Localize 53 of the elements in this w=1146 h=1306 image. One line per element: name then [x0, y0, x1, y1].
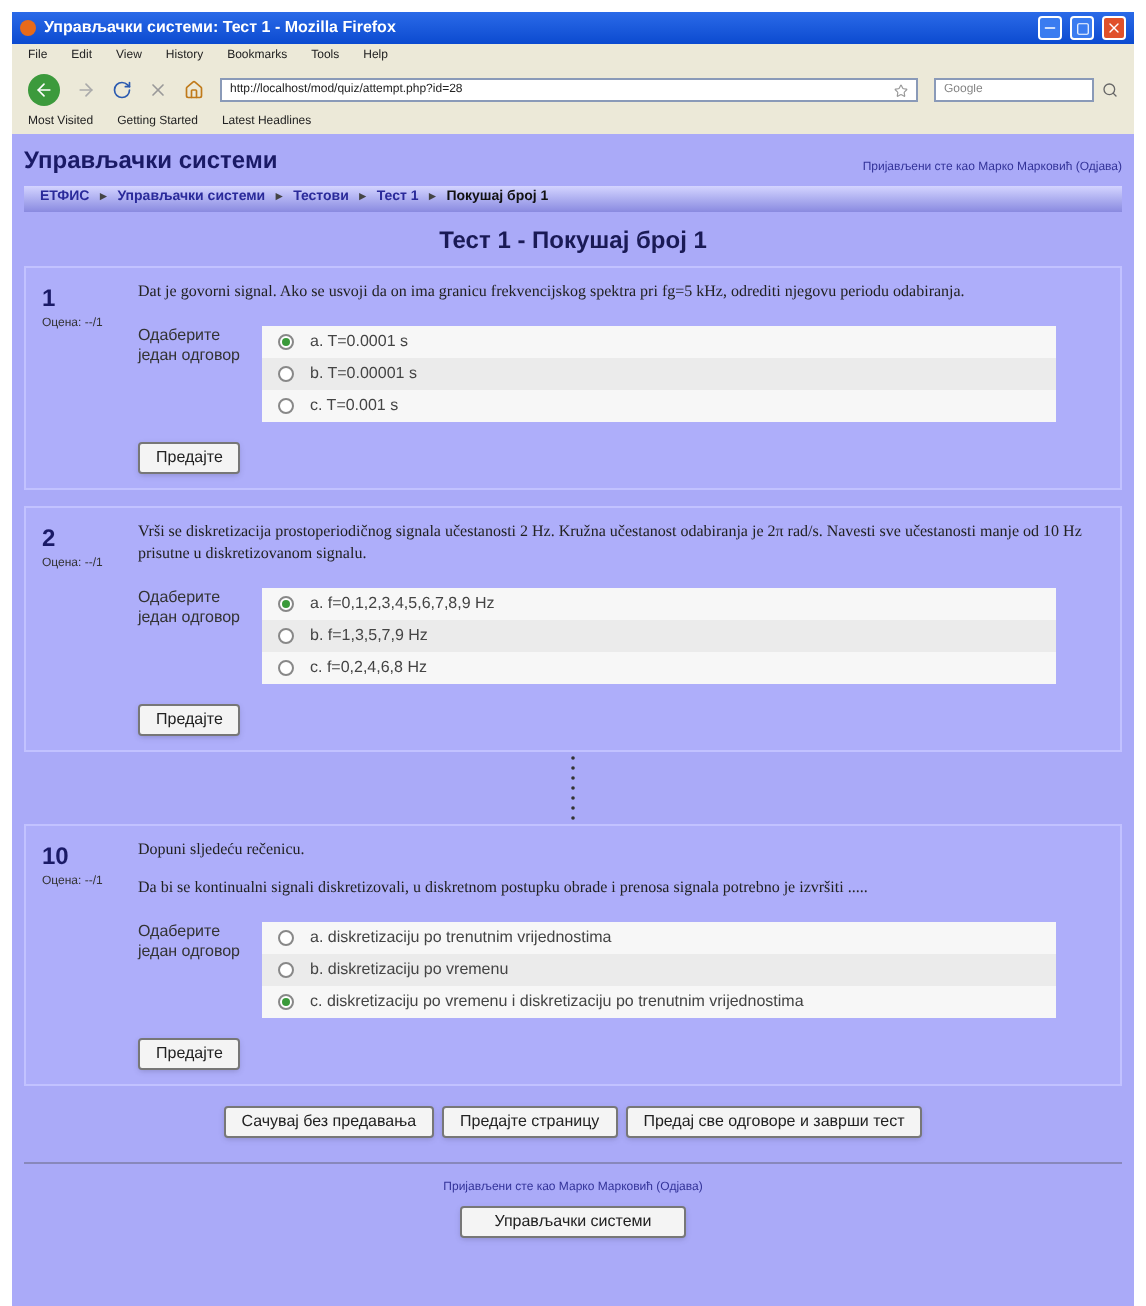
stop-icon[interactable] — [148, 80, 168, 100]
question-text: Da bi se kontinualni signali diskretizovali, u diskretnom postupku obrade i prenosa signala potrebno je izvršiti ..... — [138, 876, 870, 898]
action-button[interactable]: Предајте страницу — [442, 1106, 618, 1138]
close-button[interactable] — [1102, 16, 1126, 40]
question-number: 2 — [42, 522, 58, 556]
option-label[interactable]: b. diskretizaciju po vremenu — [310, 958, 509, 982]
window-title: Управљачки системи: Тест 1 - Mozilla Firefox — [44, 16, 398, 40]
option-label[interactable]: a. diskretizaciju po trenutnim vrijednostima — [310, 926, 612, 950]
star-icon[interactable] — [894, 83, 908, 97]
radio-button[interactable] — [278, 930, 294, 946]
maximize-button[interactable] — [1070, 16, 1094, 40]
radio-button[interactable] — [278, 596, 294, 612]
home-icon[interactable] — [184, 80, 204, 100]
close-icon — [1106, 20, 1122, 36]
action-button[interactable]: Сачувај без предавања — [223, 1106, 435, 1138]
search-icon[interactable] — [1102, 82, 1118, 98]
page-heading: Тест 1 - Покушај број 1 — [437, 224, 709, 258]
option-label[interactable]: a. f=0,1,2,3,4,5,6,7,8,9 Hz — [310, 592, 495, 616]
radio-button[interactable] — [278, 962, 294, 978]
reload-icon[interactable] — [112, 80, 132, 100]
radio-button[interactable] — [278, 628, 294, 644]
app-icon — [20, 20, 36, 36]
radio-button[interactable] — [278, 334, 294, 350]
radio-button[interactable] — [278, 366, 294, 382]
option-label[interactable]: c. f=0,2,4,6,8 Hz — [310, 656, 427, 680]
course-button[interactable]: Управљачки системи — [460, 1206, 686, 1238]
back-arrow-icon — [34, 80, 54, 100]
option-label[interactable]: a. T=0.0001 s — [310, 330, 408, 354]
radio-button[interactable] — [278, 398, 294, 414]
back-button[interactable] — [28, 74, 60, 106]
submit-button[interactable]: Предајте — [138, 704, 241, 736]
question-number: 10 — [42, 840, 71, 874]
action-button[interactable]: Предај све одговоре и заврши тест — [625, 1106, 923, 1138]
minimize-button[interactable] — [1038, 16, 1062, 40]
option-label[interactable]: b. f=1,3,5,7,9 Hz — [310, 624, 428, 648]
radio-button[interactable] — [278, 660, 294, 676]
maximize-icon — [1075, 21, 1089, 35]
option-label[interactable]: c. T=0.001 s — [310, 394, 399, 418]
submit-button[interactable]: Предајте — [138, 442, 241, 474]
answer-prompt: Одаберите један одговор — [138, 922, 242, 964]
question-text: Vrši se diskretizacija prostoperiodičnog signala učestanosti 2 Hz. Kružna učestanost odabiranja je 2π rad/s. Navesti sve učestanosti manje od 10 Hz prisutne u diskretizovanom signalu. — [138, 520, 1084, 564]
submit-button[interactable]: Предајте — [138, 1038, 241, 1070]
question-text: Dat je govorni signal. Ako se usvoji da on ima granicu frekvencijskog spektra pri fg=5 kHz, odrediti njegovu periodu odabiranja. — [138, 280, 967, 302]
option-label[interactable]: c. diskretizaciju po vremenu i diskretizaciju po trenutnim vrijednostima — [310, 990, 804, 1014]
vertical-ellipsis-icon — [570, 754, 576, 822]
radio-button[interactable] — [278, 994, 294, 1010]
answer-prompt: Одаберите један одговор — [138, 588, 242, 630]
forward-icon[interactable] — [76, 80, 96, 100]
question-text: Dopuni sljedeću rečenicu. — [138, 838, 307, 860]
question-number: 1 — [42, 282, 58, 316]
site-title: Управљачки системи — [24, 144, 278, 178]
option-label[interactable]: b. T=0.00001 s — [310, 362, 417, 386]
answer-prompt: Одаберите један одговор — [138, 326, 242, 368]
